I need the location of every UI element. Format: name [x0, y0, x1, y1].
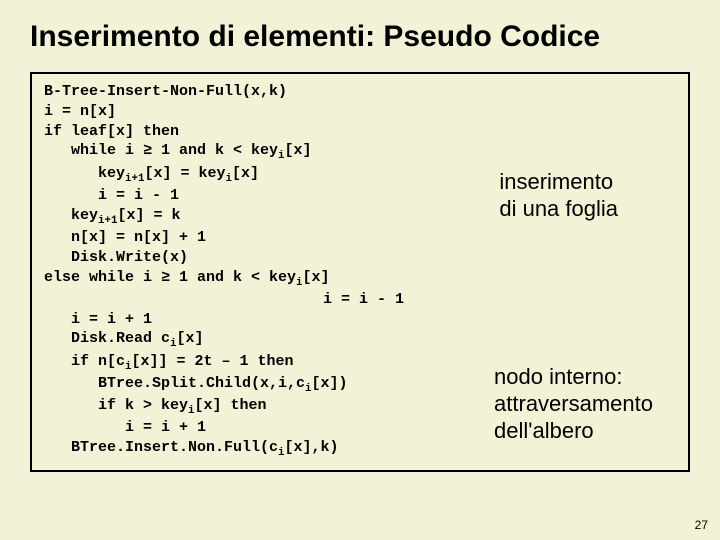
code-line: i = i - 1: [44, 290, 676, 310]
pseudocode-box: B-Tree-Insert-Non-Full(x,k) i = n[x] if …: [30, 72, 690, 472]
code-line: B-Tree-Insert-Non-Full(x,k): [44, 82, 676, 102]
code-line: Disk.Read ci[x]: [44, 329, 676, 351]
code-line: i = n[x]: [44, 102, 676, 122]
code-line: i = i + 1: [44, 310, 676, 330]
page-number: 27: [695, 518, 708, 532]
annotation-internal-node: nodo interno: attraversamento dell'alber…: [494, 364, 653, 444]
code-line: while i ≥ 1 and k < keyi[x]: [44, 141, 676, 163]
code-line: Disk.Write(x): [44, 248, 676, 268]
slide-title: Inserimento di elementi: Pseudo Codice: [30, 20, 690, 54]
slide: Inserimento di elementi: Pseudo Codice B…: [0, 0, 720, 482]
code-line: else while i ≥ 1 and k < keyi[x]: [44, 268, 676, 290]
code-line: if leaf[x] then: [44, 122, 676, 142]
code-line: n[x] = n[x] + 1: [44, 228, 676, 248]
annotation-leaf-insert: inserimento di una foglia: [499, 169, 618, 223]
